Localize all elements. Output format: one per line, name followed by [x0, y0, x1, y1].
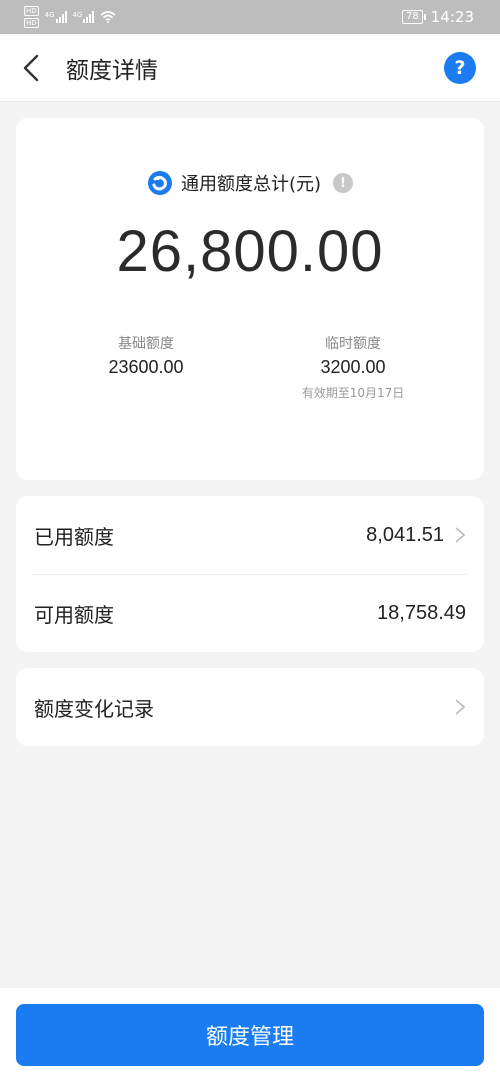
temporary-credit-value: 3200.00: [320, 357, 386, 377]
bottom-action-bar: 额度管理: [0, 988, 500, 1083]
chevron-right-icon: [455, 699, 466, 715]
available-credit-label: 可用额度: [34, 603, 114, 627]
base-credit-label: 基础额度: [118, 336, 174, 352]
page-title: 额度详情: [66, 57, 158, 84]
chevron-right-icon: [455, 527, 466, 543]
network-type-a: 4G: [44, 11, 55, 19]
signal-b: 4G: [73, 11, 95, 23]
status-left: HD HD 4G 4G: [24, 6, 116, 28]
used-credit-label: 已用额度: [34, 524, 114, 549]
hd-badge-bottom: HD: [24, 18, 39, 28]
base-credit-value: 23600.00: [108, 357, 184, 377]
summary-label: 通用额度总计(元): [180, 174, 322, 195]
brand-logo-icon: [147, 171, 172, 195]
wifi-icon: [100, 11, 116, 23]
used-credit-right: 8,041.51: [366, 524, 466, 547]
credit-history-label: 额度变化记录: [34, 696, 154, 721]
status-right: 78 14:23: [402, 8, 474, 26]
temporary-credit: 临时额度 3200.00 有效期至10月17日: [273, 333, 433, 401]
used-credit-value: 8,041.51: [366, 523, 444, 546]
base-credit: 基础额度 23600.00: [66, 333, 226, 378]
used-credit-row[interactable]: 已用额度 8,041.51: [16, 496, 484, 574]
help-icon[interactable]: ?: [444, 52, 476, 84]
info-icon[interactable]: !: [333, 173, 354, 193]
summary-header: 通用额度总计(元) !: [16, 170, 484, 196]
total-credit-amount: 26,800.00: [116, 219, 384, 284]
credit-history-card: 额度变化记录: [16, 668, 484, 746]
credit-summary-card: 通用额度总计(元) ! 26,800.00 基础额度 23600.00 临时额度…: [16, 118, 484, 480]
back-arrow-icon[interactable]: [22, 54, 42, 82]
network-type-b: 4G: [72, 11, 83, 19]
signal-bars-icon: [55, 11, 67, 23]
status-bar: HD HD 4G 4G 78 14:23: [0, 0, 500, 34]
available-credit-row: 可用额度 18,758.49: [32, 574, 468, 652]
temporary-credit-label: 临时额度: [325, 336, 381, 352]
nav-bar: 额度详情 ?: [0, 34, 500, 102]
hd-indicator: HD HD: [24, 6, 39, 28]
temporary-credit-expiry: 有效期至10月17日: [301, 386, 405, 400]
available-credit-value: 18,758.49: [377, 602, 466, 624]
manage-credit-button[interactable]: 额度管理: [16, 1004, 484, 1066]
clock: 14:23: [430, 8, 474, 26]
battery-icon: 78: [402, 10, 426, 24]
credit-history-row[interactable]: 额度变化记录: [16, 668, 484, 746]
signal-a: 4G: [45, 11, 67, 23]
hd-badge-top: HD: [24, 6, 39, 16]
signal-bars-icon: [83, 11, 95, 23]
credit-usage-list: 已用额度 8,041.51 可用额度 18,758.49: [16, 496, 484, 652]
